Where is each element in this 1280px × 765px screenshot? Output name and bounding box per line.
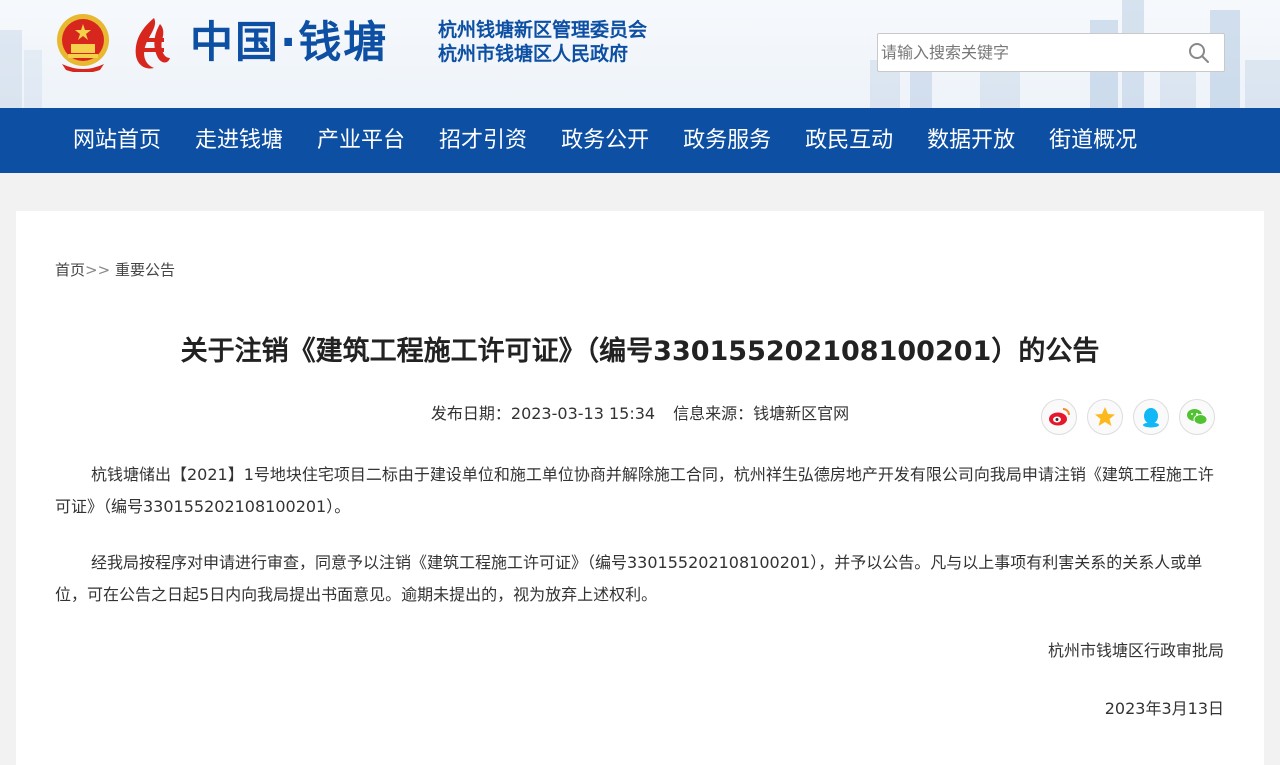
nav-item-government-affairs[interactable]: 政务公开	[544, 108, 666, 173]
qiantang-logo-icon	[135, 18, 170, 69]
breadcrumb-separator: >>	[85, 261, 111, 279]
national-emblem-icon	[57, 14, 109, 72]
breadcrumb-current[interactable]: 重要公告	[115, 261, 175, 279]
share-qzone-button[interactable]	[1087, 399, 1123, 435]
main-nav: 网站首页 走进钱塘 产业平台 招才引资 政务公开 政务服务 政民互动 数据开放 …	[0, 108, 1280, 173]
qq-icon	[1143, 408, 1159, 428]
nav-item-home[interactable]: 网站首页	[56, 108, 178, 173]
weibo-icon	[1049, 408, 1070, 426]
article-container: 首页>> 重要公告 关于注销《建筑工程施工许可证》（编号330155202108…	[16, 211, 1264, 765]
share-wechat-button[interactable]	[1179, 399, 1215, 435]
org-name-committee: 杭州钱塘新区管理委员会	[438, 19, 648, 41]
article-paragraph: 经我局按程序对申请进行审查，同意予以注销《建筑工程施工许可证》（编号330155…	[55, 553, 1203, 604]
nav-item-about[interactable]: 走进钱塘	[178, 108, 300, 173]
info-source: 信息来源：钱塘新区官网	[673, 404, 850, 423]
qzone-icon	[1095, 407, 1115, 426]
publish-date: 发布日期：2023-03-13 15:34	[430, 404, 656, 423]
issue-date: 2023年3月13日	[1104, 699, 1224, 718]
org-name-government: 杭州市钱塘区人民政府	[438, 43, 629, 65]
search-box	[877, 33, 1225, 72]
search-input[interactable]	[879, 35, 1179, 70]
wechat-icon	[1187, 409, 1208, 425]
share-qq-button[interactable]	[1133, 399, 1169, 435]
share-buttons	[1041, 399, 1215, 435]
issuing-authority: 杭州市钱塘区行政审批局	[1047, 641, 1224, 660]
nav-item-talent[interactable]: 招才引资	[422, 108, 544, 173]
skyline-decoration	[0, 30, 42, 108]
organization-names: 杭州钱塘新区管理委员会 杭州市钱塘区人民政府	[438, 18, 647, 66]
article-paragraph: 杭钱塘储出【2021】1号地块住宅项目二标由于建设单位和施工单位协商并解除施工合…	[55, 465, 1214, 516]
breadcrumb: 首页>> 重要公告	[55, 259, 175, 280]
nav-item-open-data[interactable]: 数据开放	[910, 108, 1032, 173]
article-title: 关于注销《建筑工程施工许可证》（编号330155202108100201）的公告	[180, 336, 1100, 367]
search-icon[interactable]	[1188, 42, 1210, 64]
breadcrumb-home[interactable]: 首页	[55, 261, 85, 279]
nav-item-services[interactable]: 政务服务	[666, 108, 788, 173]
nav-item-interaction[interactable]: 政民互动	[788, 108, 910, 173]
nav-item-industry[interactable]: 产业平台	[300, 108, 422, 173]
share-weibo-button[interactable]	[1041, 399, 1077, 435]
nav-item-streets[interactable]: 街道概况	[1032, 108, 1154, 173]
site-header: 中国·钱塘 杭州钱塘新区管理委员会 杭州市钱塘区人民政府	[0, 0, 1280, 108]
site-title: 中国·钱塘	[190, 18, 389, 68]
